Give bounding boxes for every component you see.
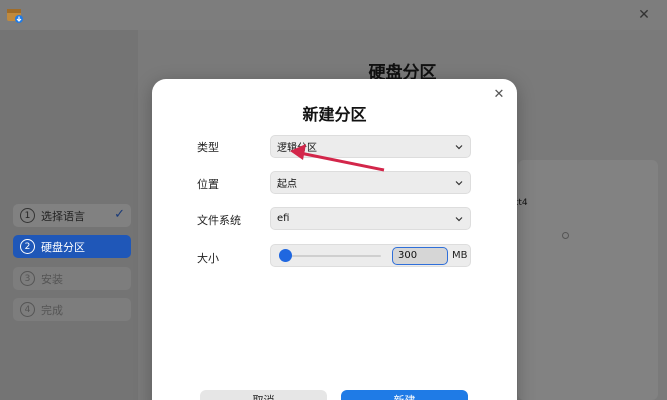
- step-number: 2: [20, 239, 35, 254]
- chevron-down-icon: [455, 181, 463, 186]
- type-value: 逻辑分区: [277, 143, 317, 154]
- create-button[interactable]: 新建: [341, 390, 468, 400]
- type-select[interactable]: 逻辑分区: [270, 135, 471, 158]
- step-number: 4: [20, 302, 35, 317]
- step-label: 选择语言: [41, 209, 85, 223]
- size-label: 大小: [197, 252, 219, 265]
- filesystem-value: efi: [277, 213, 290, 224]
- position-label: 位置: [197, 178, 219, 191]
- filesystem-label: 文件系统: [197, 214, 241, 227]
- cancel-button[interactable]: 取消: [200, 390, 327, 400]
- position-select[interactable]: 起点: [270, 171, 471, 194]
- step-label: 完成: [41, 303, 63, 317]
- dialog-title: 新建分区: [302, 105, 367, 124]
- size-control: 300 MB: [270, 244, 471, 267]
- chevron-down-icon: [455, 217, 463, 222]
- chevron-down-icon: [455, 145, 463, 150]
- installer-box-icon: [7, 9, 23, 23]
- position-value: 起点: [277, 179, 297, 190]
- step-number: 1: [20, 208, 35, 223]
- size-slider-track[interactable]: [281, 255, 381, 257]
- sidebar-step-finish: 4 完成: [13, 298, 131, 321]
- sidebar-step-language[interactable]: 1 选择语言 ✓: [13, 204, 131, 227]
- size-unit: MB: [452, 250, 468, 261]
- step-number: 3: [20, 271, 35, 286]
- title-bar: ✕: [0, 0, 667, 30]
- size-input[interactable]: 300: [392, 247, 448, 265]
- step-label: 安装: [41, 272, 63, 286]
- type-label: 类型: [197, 141, 219, 154]
- size-slider-handle[interactable]: [279, 249, 292, 262]
- step-label: 硬盘分区: [41, 240, 85, 254]
- new-partition-dialog: ✕ 新建分区 类型 逻辑分区 位置 起点 文件系统 efi 大小 300 MB …: [152, 79, 517, 400]
- partition-radio[interactable]: [562, 232, 569, 239]
- sidebar-step-partition[interactable]: 2 硬盘分区: [13, 235, 131, 258]
- window-close-icon[interactable]: ✕: [635, 6, 653, 24]
- filesystem-select[interactable]: efi: [270, 207, 471, 230]
- partition-panel: [518, 160, 658, 400]
- check-icon: ✓: [114, 207, 125, 222]
- sidebar-step-install: 3 安装: [13, 267, 131, 290]
